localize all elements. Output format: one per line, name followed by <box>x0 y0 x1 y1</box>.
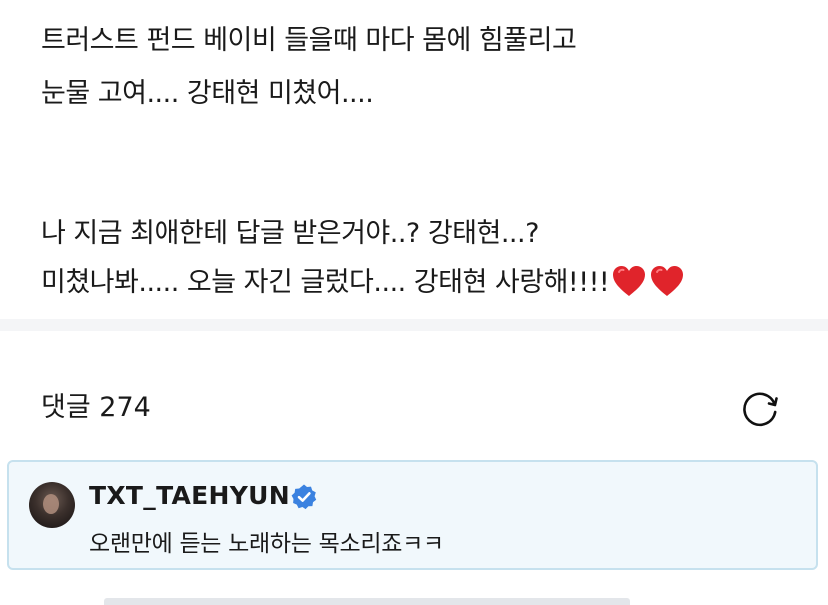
pinned-reply-card[interactable]: TXT_TAEHYUN 오랜만에 듣는 노래하는 목소리죠ㅋㅋ <box>7 460 818 570</box>
avatar-photo <box>43 494 59 514</box>
comments-count: 댓글 274 <box>41 392 151 423</box>
comment-username[interactable]: TXT_TAEHYUN <box>89 480 290 512</box>
post-text-line-with-hearts: 미쳤나봐..... 오늘 자긴 글렀다.... 강태현 사랑해!!!! <box>41 264 685 300</box>
refresh-button[interactable] <box>738 387 782 431</box>
heart-icon <box>611 264 647 298</box>
post-text-line: 나 지금 최애한테 답글 받은거야..? 강태현...? <box>41 218 539 249</box>
post-text-line: 눈물 고여.... 강태현 미쳤어.... <box>41 78 374 109</box>
section-divider <box>0 319 828 331</box>
avatar[interactable] <box>29 482 75 528</box>
post-text-line: 미쳤나봐..... 오늘 자긴 글렀다.... 강태현 사랑해!!!! <box>41 267 610 298</box>
post-text-line: 트러스트 펀드 베이비 들을때 마다 몸에 힘풀리고 <box>41 25 577 56</box>
heart-icon <box>649 264 685 298</box>
next-item-edge <box>104 598 630 605</box>
refresh-icon <box>743 392 778 427</box>
comment-text: 오랜만에 듣는 노래하는 목소리죠ㅋㅋ <box>89 531 444 557</box>
verified-badge-icon <box>291 484 317 510</box>
